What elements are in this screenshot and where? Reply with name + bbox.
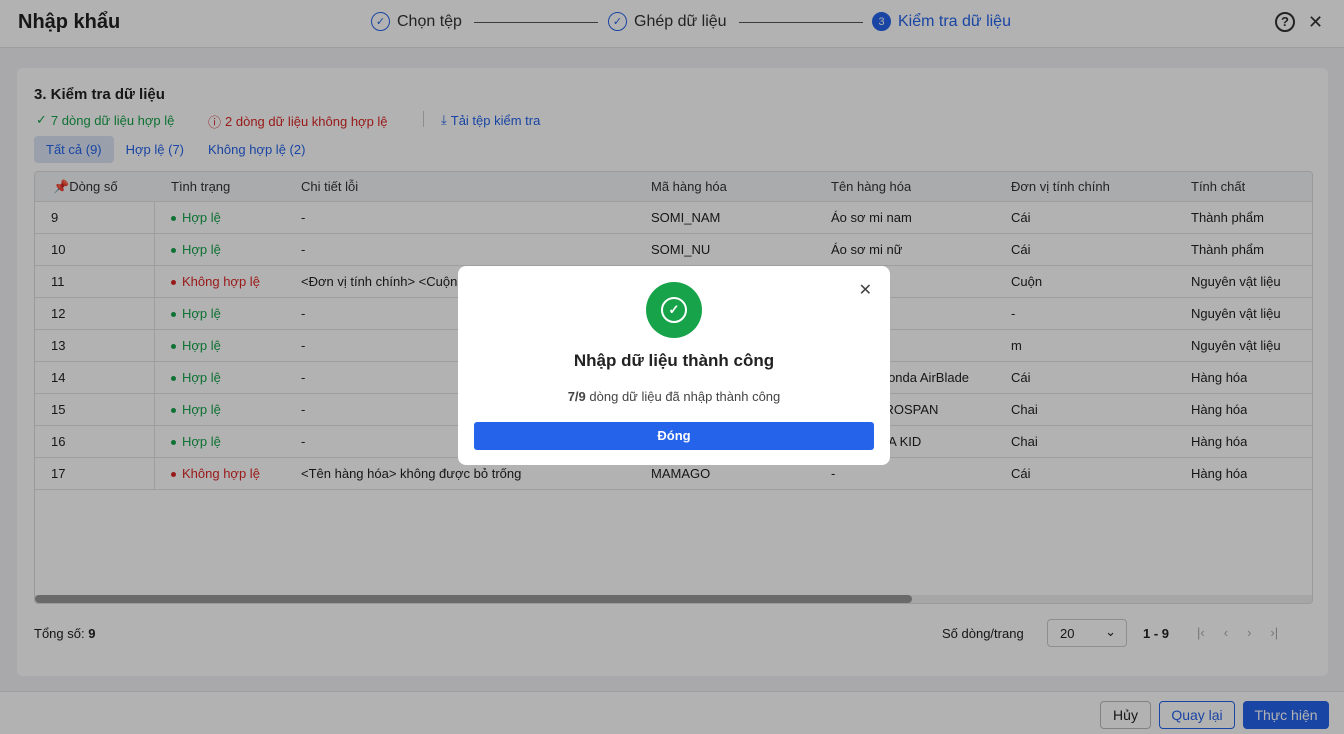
success-count: 7/9	[567, 389, 586, 404]
dialog-title: Nhập dữ liệu thành công	[573, 351, 775, 370]
close-dialog-button[interactable]: Đóng	[474, 422, 874, 450]
success-dialog: ✕ ✓ Nhập dữ liệu thành công 7/9 dòng dữ …	[458, 266, 890, 465]
message-text: dòng dữ liệu đã nhập thành công	[589, 389, 781, 404]
close-icon[interactable]: ✕	[859, 280, 872, 300]
success-icon: ✓	[646, 282, 702, 338]
dialog-message: 7/9 dòng dữ liệu đã nhập thành công	[458, 389, 890, 404]
